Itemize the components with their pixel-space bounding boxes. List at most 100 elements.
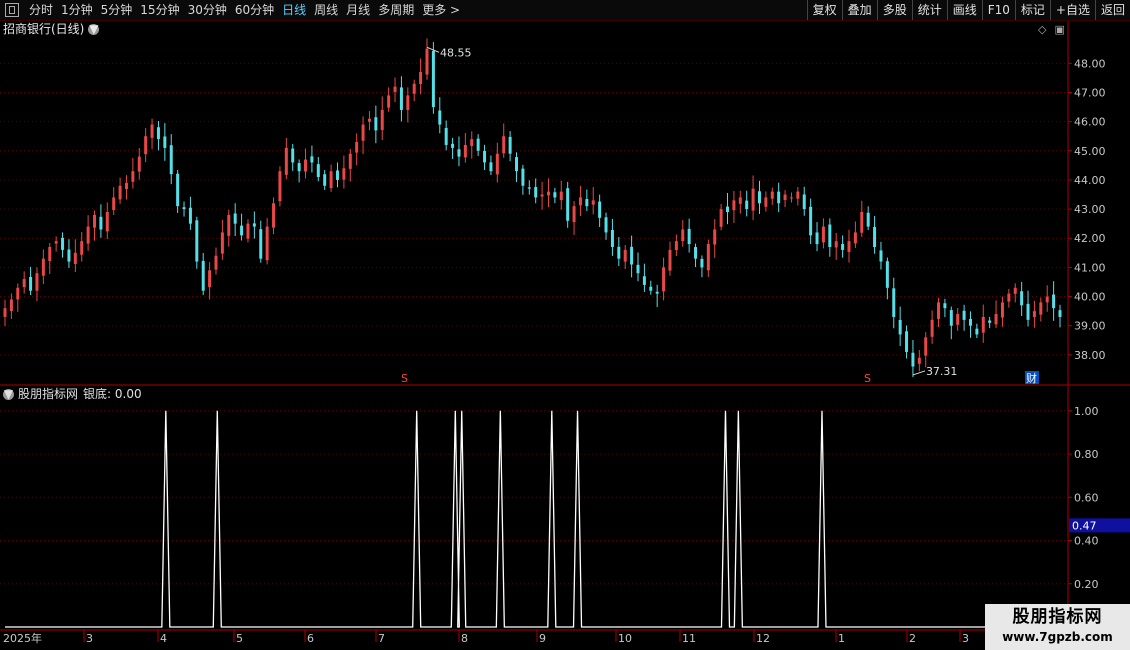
candle-body <box>67 249 71 262</box>
candle-body <box>393 86 397 92</box>
candle-body <box>879 250 883 262</box>
candle-body <box>975 328 979 335</box>
candle-body <box>898 319 902 335</box>
candle-body <box>751 188 755 211</box>
candle-body <box>1032 311 1036 318</box>
candle-body <box>521 168 525 186</box>
candles <box>3 38 1062 378</box>
candle-body <box>649 286 653 291</box>
candle-body <box>176 173 180 207</box>
candle-body <box>316 164 320 178</box>
indicator-axis: 0.20 0.40 0.60 0.80 1.00 0.47 <box>1068 405 1130 591</box>
time-tick-label: 2 <box>909 632 916 645</box>
candle-body <box>905 331 909 352</box>
time-tick-label: 6 <box>307 632 314 645</box>
candle-body <box>540 194 544 197</box>
candle-body <box>1039 302 1043 315</box>
candle-body <box>917 357 921 364</box>
current-value-label: 0.47 <box>1072 519 1097 532</box>
candle-body <box>246 223 250 239</box>
candle-body <box>22 279 26 288</box>
candle-body <box>834 241 838 248</box>
finance-marker-label: 财 <box>1026 371 1037 385</box>
candle-body <box>911 352 915 367</box>
candle-body <box>93 214 97 228</box>
candle-body <box>802 194 806 210</box>
price-tick-label: 47.00 <box>1074 86 1106 99</box>
candle-body <box>118 185 122 200</box>
candle-body <box>412 83 416 94</box>
candle-body <box>962 310 966 320</box>
candle-body <box>61 237 65 250</box>
candle-body <box>367 118 371 122</box>
candle-body <box>48 246 52 262</box>
candle-body <box>681 229 685 241</box>
candle-body <box>892 288 896 317</box>
candle-body <box>726 206 730 212</box>
candle-body <box>553 192 557 198</box>
time-tick-label: 12 <box>756 632 770 645</box>
candle-body <box>968 318 972 326</box>
candle-body <box>35 273 39 291</box>
price-tick-label: 42.00 <box>1074 232 1106 245</box>
candle-body <box>444 127 448 145</box>
candle-body <box>284 147 288 175</box>
candle-body <box>163 136 167 148</box>
high-price-label: 48.55 <box>440 46 472 59</box>
candle-body <box>227 214 231 236</box>
candle-body <box>86 226 90 244</box>
time-tick-label: 5 <box>236 632 243 645</box>
candle-body <box>866 212 870 227</box>
candle-body <box>885 261 889 288</box>
time-tick-label: 3 <box>962 632 969 645</box>
candle-body <box>700 258 704 268</box>
candle-body <box>182 207 186 210</box>
candle-body <box>623 249 627 262</box>
candle-body <box>457 149 461 157</box>
candle-body <box>137 156 141 172</box>
candle-body <box>374 117 378 131</box>
candle-body <box>655 291 659 294</box>
candle-body <box>259 229 263 259</box>
signal-s-marker: S <box>401 372 408 385</box>
time-tick-label: 3 <box>86 632 93 645</box>
candle-body <box>662 267 666 292</box>
signal-s-marker: S <box>864 372 871 385</box>
candle-body <box>483 150 487 163</box>
candle-body <box>630 246 634 265</box>
candle-body <box>981 316 985 333</box>
candle-body <box>54 241 58 244</box>
candle-body <box>534 186 538 198</box>
candle-body <box>304 159 308 172</box>
candle-body <box>3 308 7 317</box>
candle-body <box>610 230 614 247</box>
watermark-url: www.7gpzb.com <box>1002 630 1113 644</box>
candle-body <box>668 249 672 271</box>
candle-body <box>585 199 589 207</box>
price-tick-label: 45.00 <box>1074 145 1106 158</box>
candle-body <box>642 276 646 285</box>
candle-body <box>470 139 474 147</box>
candle-body <box>144 136 148 155</box>
candle-body <box>208 270 212 288</box>
candle-body <box>821 226 825 243</box>
candle-body <box>419 72 423 84</box>
chart-canvas[interactable]: 38.0039.0040.0041.0042.0043.0044.0045.00… <box>0 0 1130 650</box>
candle-body <box>502 136 506 154</box>
price-tick-label: 41.00 <box>1074 261 1106 274</box>
candle-body <box>80 241 84 255</box>
candle-body <box>719 209 723 227</box>
candle-body <box>738 197 742 204</box>
candle-body <box>578 197 582 206</box>
candle-body <box>815 232 819 245</box>
candle-body <box>841 244 845 250</box>
candle-body <box>1045 296 1049 303</box>
indicator-tick-label: 1.00 <box>1074 405 1099 418</box>
candle-body <box>233 213 237 224</box>
candle-body <box>783 194 787 201</box>
candle-body <box>73 252 77 264</box>
candle-body <box>335 170 339 180</box>
price-tick-label: 43.00 <box>1074 203 1106 216</box>
candle-body <box>29 277 33 291</box>
candle-body <box>566 188 570 221</box>
